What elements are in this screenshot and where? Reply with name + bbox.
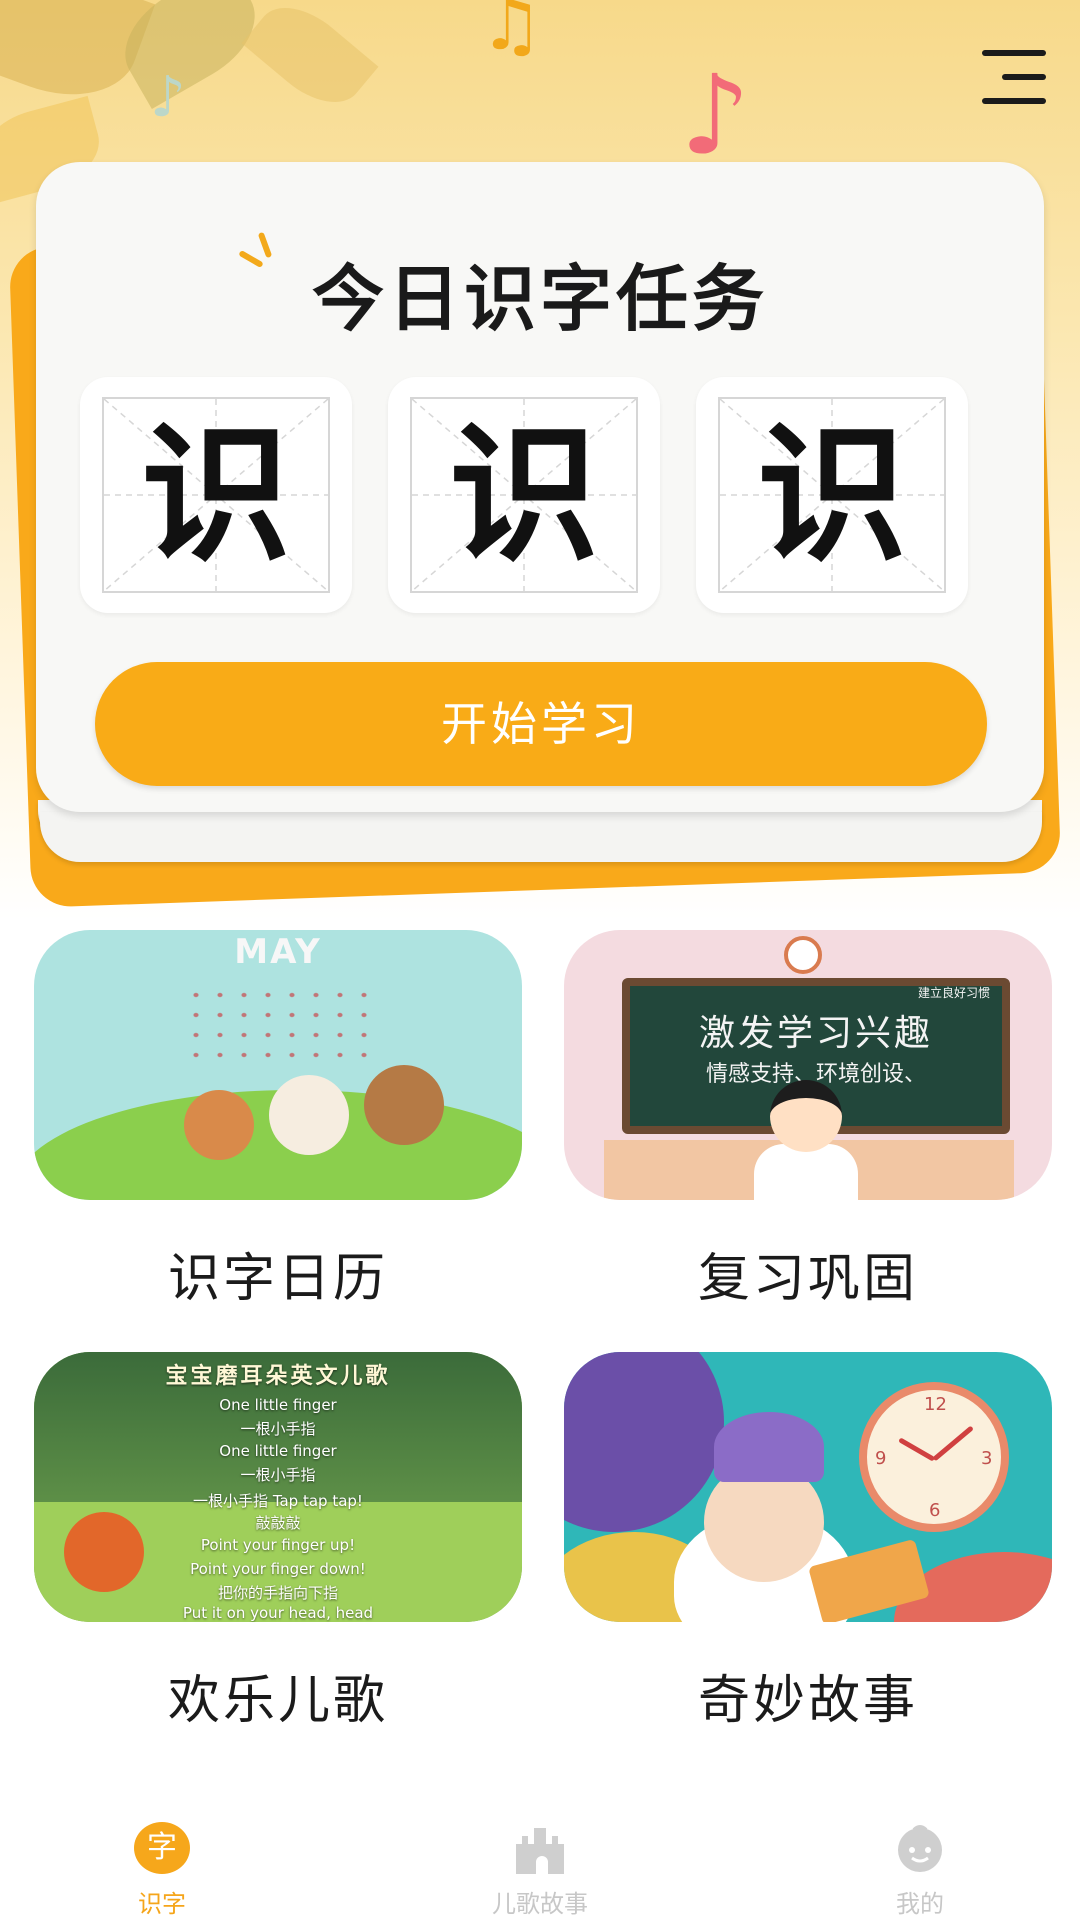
nav-item-songs-stories[interactable]: 儿歌故事 [440, 1800, 640, 1920]
wizard-illustration [714, 1412, 824, 1482]
tile-happy-songs[interactable]: 宝宝磨耳朵英文儿歌 One little finger 一根小手指 One li… [34, 1352, 522, 1733]
song-lyric-line: Point your finger up! [200, 1536, 356, 1554]
castle-icon [512, 1822, 568, 1874]
song-lyric-line: 一根小手指 [240, 1466, 316, 1484]
character-text: 识 [140, 407, 291, 583]
nav-label: 我的 [896, 1890, 944, 1918]
daily-task-card: 今日识字任务 识 识 识 开始学习 [36, 162, 1044, 812]
animal-illustration [269, 1075, 349, 1155]
board-small-text: 建立良好习惯 [917, 986, 990, 1000]
songs-illustration: 宝宝磨耳朵英文儿歌 One little finger 一根小手指 One li… [34, 1352, 522, 1622]
nav-label: 识字 [138, 1890, 186, 1918]
student-illustration [754, 1144, 858, 1200]
tile-label: 欢乐儿歌 [167, 1671, 388, 1731]
student-illustration [770, 1080, 842, 1152]
character-card[interactable]: 识 [388, 377, 660, 613]
clock-number: 12 [924, 1394, 947, 1415]
music-note-icon: ♪ [680, 51, 751, 179]
song-lyric-line: 敲敲敲 [255, 1514, 301, 1532]
song-lyric-line: 一根小手指 Tap tap tap! [193, 1492, 363, 1510]
character-text: 识 [448, 407, 599, 583]
card-stack-decoration [40, 812, 1042, 862]
calendar-illustration: MAY [34, 930, 522, 1200]
swirl-decoration [564, 1352, 724, 1532]
zi-icon: 字 [134, 1822, 190, 1874]
animal-illustration [184, 1090, 254, 1160]
clock-hand [932, 1425, 974, 1462]
leaf-decoration [241, 0, 379, 121]
character-text: 识 [756, 407, 907, 583]
song-lyric-line: 一根小手指 [240, 1420, 316, 1438]
nav-item-literacy[interactable]: 字 识字 [62, 1800, 262, 1920]
classroom-illustration: 建立良好习惯 激发学习兴趣 情感支持、环境创设、 [564, 930, 1052, 1200]
clock-number: 9 [875, 1448, 887, 1469]
calendar-grid-decoration [184, 985, 384, 1065]
clock-hand [898, 1437, 936, 1462]
song-lyric-line: One little finger [219, 1396, 337, 1414]
bottom-navigation: 字 识字 儿歌故事 我的 [0, 1800, 1080, 1920]
nav-item-mine[interactable]: 我的 [820, 1800, 1020, 1920]
tile-literacy-calendar[interactable]: MAY 识字日历 [34, 930, 522, 1311]
music-note-icon: ♪ [150, 65, 186, 130]
nav-label: 儿歌故事 [492, 1890, 588, 1918]
clock-icon [784, 936, 822, 974]
tianzige-grid: 识 [410, 397, 638, 593]
tile-label: 识字日历 [167, 1249, 388, 1309]
character-card[interactable]: 识 [696, 377, 968, 613]
board-title-text: 激发学习兴趣 [698, 1013, 933, 1054]
music-note-icon: ♫ [480, 0, 543, 66]
tile-wonderful-stories[interactable]: 12 3 6 9 奇妙故事 [564, 1352, 1052, 1733]
song-lyric-line: Put it on your head, head [182, 1604, 374, 1622]
song-title-text: 宝宝磨耳朵英文儿歌 [165, 1364, 391, 1389]
character-card[interactable]: 识 [80, 377, 352, 613]
zi-badge: 字 [134, 1822, 190, 1874]
daily-task-title: 今日识字任务 [311, 257, 768, 341]
story-illustration: 12 3 6 9 [564, 1352, 1052, 1622]
clock-number: 6 [929, 1500, 941, 1521]
start-learning-button[interactable]: 开始学习 [95, 662, 987, 786]
clock-number: 3 [981, 1448, 993, 1469]
clock-illustration: 12 3 6 9 [859, 1382, 1009, 1532]
calendar-month-text: MAY [234, 932, 322, 972]
tianzige-grid: 识 [102, 397, 330, 593]
song-lyric-line: Point your finger down! [190, 1560, 366, 1578]
menu-icon[interactable] [982, 50, 1046, 106]
tile-label: 奇妙故事 [697, 1671, 918, 1731]
tile-review[interactable]: 建立良好习惯 激发学习兴趣 情感支持、环境创设、 复习巩固 [564, 930, 1052, 1311]
song-lyric-line: 把你的手指向下指 [217, 1584, 338, 1602]
animal-illustration [364, 1065, 444, 1145]
tianzige-grid: 识 [718, 397, 946, 593]
tile-label: 复习巩固 [697, 1249, 918, 1309]
song-lyric-line: One little finger [219, 1442, 337, 1460]
baby-face-icon [892, 1822, 948, 1874]
